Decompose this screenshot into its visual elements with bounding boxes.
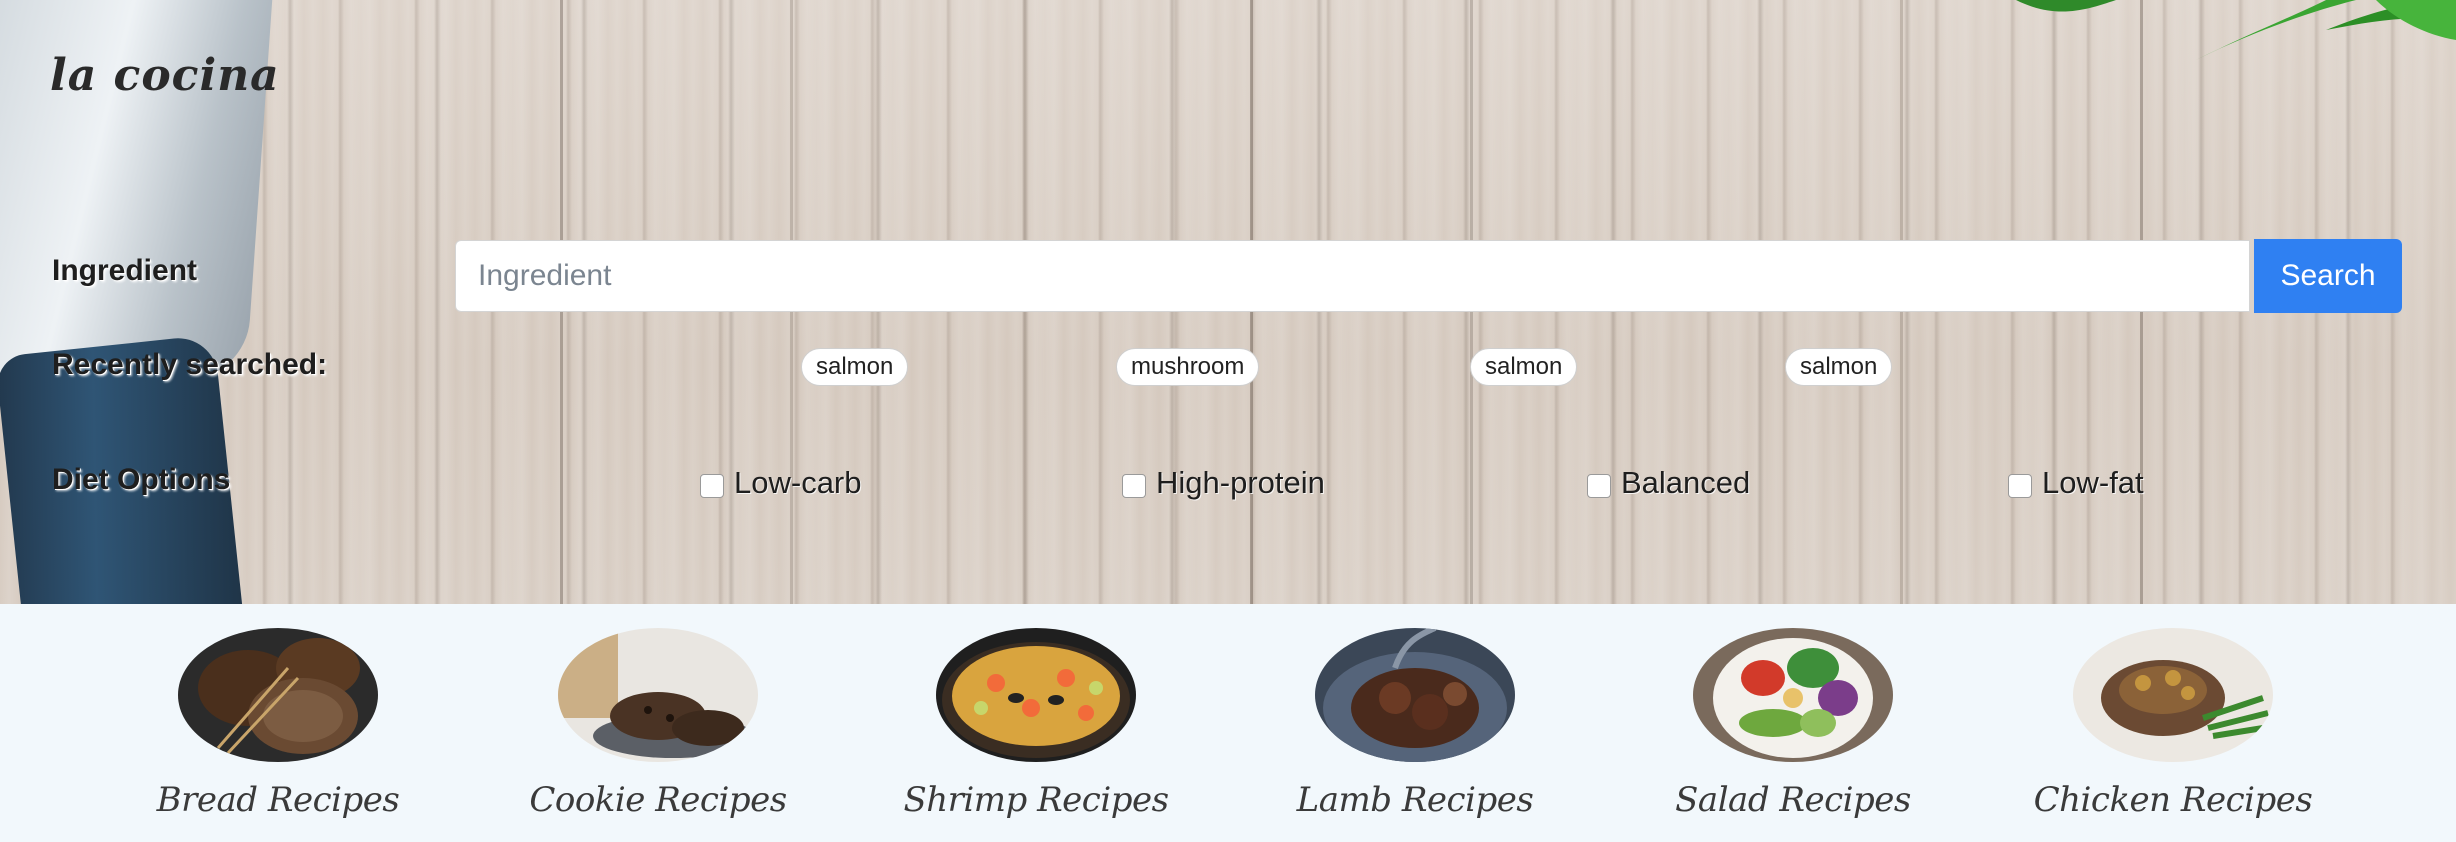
category-salad[interactable]: Salad Recipes [1643,624,1943,820]
category-bread[interactable]: Bread Recipes [128,624,428,820]
ingredient-search-input[interactable] [455,240,2250,312]
high-protein-checkbox[interactable] [1122,474,1146,498]
category-cookie[interactable]: Cookie Recipes [508,624,808,820]
hero-banner: la cocina Ingredient Search Recently sea… [0,0,2456,604]
category-shrimp[interactable]: Shrimp Recipes [886,624,1186,820]
recent-search-chip[interactable]: mushroom [1116,348,1260,386]
herb-leaves-decoration [2016,0,2456,60]
brand-logo[interactable]: la cocina [50,50,280,101]
category-label: Bread Recipes [156,780,400,820]
diet-option-low-fat[interactable]: Low-fat [2008,463,2144,503]
search-button[interactable]: Search [2254,239,2402,313]
low-fat-checkbox[interactable] [2008,474,2032,498]
category-label: Lamb Recipes [1296,780,1534,820]
diet-option-label: Low-fat [2042,465,2144,500]
lamb-image[interactable] [1315,628,1515,762]
diet-option-low-carb[interactable]: Low-carb [700,463,862,503]
cookie-image[interactable] [558,628,758,762]
diet-option-label: Low-carb [734,465,862,500]
diet-options-label: Diet Options [52,463,231,496]
category-label: Chicken Recipes [2033,780,2313,820]
diet-option-high-protein[interactable]: High-protein [1122,463,1325,503]
diet-option-balanced[interactable]: Balanced [1587,463,1750,503]
category-chicken[interactable]: Chicken Recipes [2023,624,2323,820]
bread-image[interactable] [178,628,378,762]
low-carb-checkbox[interactable] [700,474,724,498]
recently-searched-label: Recently searched: [52,348,328,381]
salad-image[interactable] [1693,628,1893,762]
shrimp-paella-image[interactable] [936,628,1136,762]
chicken-image[interactable] [2073,628,2273,762]
balanced-checkbox[interactable] [1587,474,1611,498]
category-label: Salad Recipes [1675,780,1911,820]
recent-search-chip[interactable]: salmon [1785,348,1893,386]
recent-search-chip[interactable]: salmon [1470,348,1578,386]
category-lamb[interactable]: Lamb Recipes [1265,624,1565,820]
ingredient-label: Ingredient [52,254,198,287]
recent-search-chip[interactable]: salmon [801,348,909,386]
diet-option-label: High-protein [1156,465,1325,500]
diet-option-label: Balanced [1621,465,1751,500]
category-label: Cookie Recipes [529,780,787,820]
category-label: Shrimp Recipes [903,780,1169,820]
